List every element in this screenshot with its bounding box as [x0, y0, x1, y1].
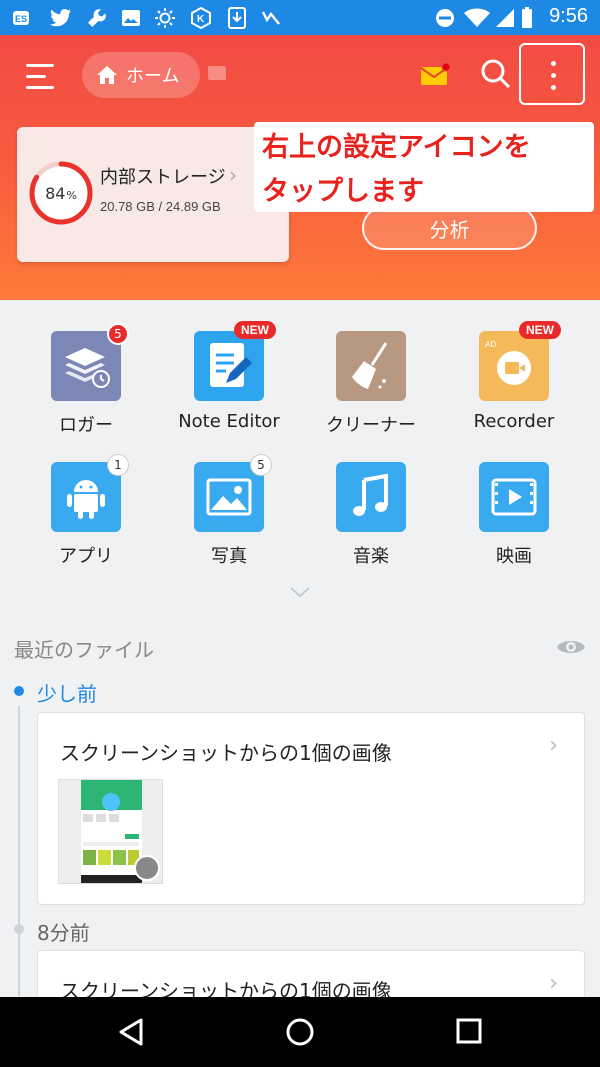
music-icon: [336, 462, 406, 532]
mail-icon[interactable]: [420, 62, 450, 86]
logger-icon: 5: [51, 323, 129, 401]
status-time: 9:56: [549, 5, 588, 27]
download-icon: [226, 7, 248, 29]
timeline-dot: [14, 924, 24, 934]
timeline-dot: [14, 686, 24, 696]
tool-badge: 5: [250, 454, 272, 476]
storage-percent: 84%: [45, 183, 77, 203]
recent-files-title: 最近のファイル: [14, 638, 154, 662]
tool-label: クリーナー: [326, 415, 416, 436]
android-icon: 1: [51, 454, 129, 532]
tool-label: 音楽: [353, 546, 389, 567]
file-card-title: スクリーンショットからの1個の画像: [60, 741, 392, 765]
expand-chevron-icon[interactable]: [289, 586, 311, 598]
recents-icon[interactable]: [456, 1018, 482, 1044]
tool-logger[interactable]: 5 ロガー: [21, 323, 151, 437]
analyze-button[interactable]: 分析: [362, 206, 537, 250]
signal-icon: [494, 7, 516, 29]
wifi-icon: [464, 7, 490, 29]
es-app-icon: ES: [10, 7, 32, 29]
dnd-icon: [434, 7, 456, 29]
chevron-right-icon: ›: [549, 733, 558, 758]
battery-icon: [520, 7, 534, 29]
tool-badge: 1: [107, 454, 129, 476]
more-options-button[interactable]: [519, 43, 585, 105]
search-icon[interactable]: [480, 58, 512, 90]
wrench-icon: [86, 7, 108, 29]
tool-photos[interactable]: 5 写真: [164, 454, 294, 568]
photo-icon: 5: [194, 454, 272, 532]
svg-text:ES: ES: [15, 14, 27, 24]
tool-apps[interactable]: 1 アプリ: [21, 454, 151, 568]
tool-label: アプリ: [59, 546, 113, 567]
brightness-icon: [154, 7, 176, 29]
home-nav-icon[interactable]: [284, 1016, 316, 1048]
tool-label: 映画: [496, 546, 532, 567]
internal-storage-card[interactable]: 84% 内部ストレージ › 20.78 GB / 24.89 GB: [17, 127, 289, 262]
tool-music[interactable]: 音楽: [306, 462, 436, 568]
tool-new-badge: NEW: [519, 321, 561, 339]
menu-icon[interactable]: [24, 62, 58, 92]
home-icon: [97, 66, 117, 84]
storage-title: 内部ストレージ: [100, 167, 226, 188]
storage-size: 20.78 GB / 24.89 GB: [100, 199, 221, 214]
tasks-icon: [260, 7, 282, 29]
chevron-right-icon: ›: [229, 163, 237, 187]
home-breadcrumb[interactable]: ホーム: [82, 52, 200, 98]
chevron-right-icon: ›: [549, 971, 558, 996]
tool-note-editor[interactable]: NEW Note Editor: [164, 321, 294, 432]
movie-icon: [479, 462, 549, 532]
screenshot-thumbnail[interactable]: [58, 779, 163, 884]
note-editor-icon: NEW: [194, 321, 276, 401]
tool-label: ロガー: [59, 415, 113, 436]
time-group-label: 8分前: [37, 921, 90, 945]
tool-label: Recorder: [473, 411, 555, 432]
tool-recorder[interactable]: AD NEW Recorder: [449, 321, 579, 432]
twitter-icon: [50, 7, 72, 29]
tool-label: Note Editor: [178, 411, 280, 432]
image-icon: [120, 7, 142, 29]
timeline-line: [18, 706, 20, 996]
home-label: ホーム: [126, 66, 180, 87]
navigation-bar: [0, 997, 600, 1067]
back-icon[interactable]: [116, 1017, 146, 1047]
svg-text:K: K: [197, 14, 205, 25]
tool-new-badge: NEW: [234, 321, 276, 339]
annotation-line-1: 右上の設定アイコンを: [262, 132, 531, 163]
window-icon[interactable]: [208, 66, 226, 80]
tool-badge: 5: [107, 323, 129, 345]
cleaner-icon: [336, 331, 406, 401]
recent-file-card[interactable]: スクリーンショットからの1個の画像 ›: [37, 712, 585, 905]
tool-label: 写真: [211, 546, 247, 567]
recorder-icon: AD NEW: [479, 321, 561, 401]
svg-text:AD: AD: [485, 340, 496, 349]
time-group-label: 少し前: [37, 682, 97, 706]
eye-icon[interactable]: [556, 636, 586, 658]
tool-movies[interactable]: 映画: [449, 462, 579, 568]
status-bar: ES K 9:56: [0, 0, 600, 35]
k-app-icon: K: [190, 7, 212, 29]
tool-cleaner[interactable]: クリーナー: [306, 331, 436, 437]
tutorial-annotation: 右上の設定アイコンを タップします: [254, 122, 594, 212]
